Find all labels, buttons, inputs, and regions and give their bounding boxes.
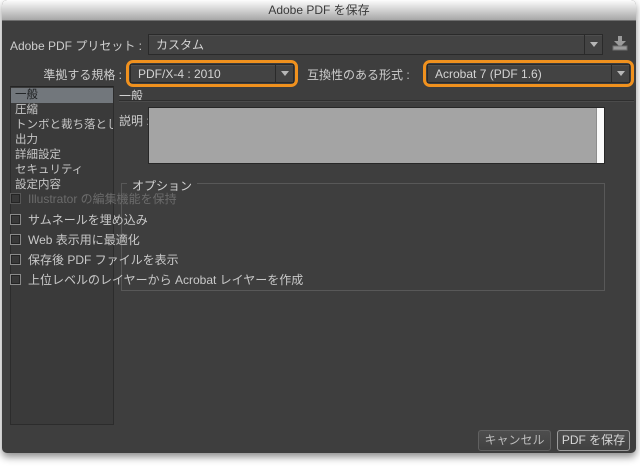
- description-textarea[interactable]: [148, 107, 605, 164]
- sidebar-item-marks-bleeds[interactable]: トンボと裁ち落とし: [11, 118, 113, 133]
- compatibility-highlight-box: Acrobat 7 (PDF 1.6): [423, 60, 634, 87]
- checkbox-label: サムネールを埋め込み: [28, 211, 148, 228]
- sidebar-item-output[interactable]: 出力: [11, 133, 113, 148]
- standard-dropdown[interactable]: PDF/X-4 : 2010: [130, 64, 294, 83]
- chevron-down-icon: [281, 71, 289, 76]
- preset-dropdown[interactable]: カスタム: [148, 34, 603, 55]
- checkbox-icon: [10, 193, 21, 204]
- checkbox-icon[interactable]: [10, 274, 21, 285]
- compatibility-dropdown-arrow-button[interactable]: [611, 65, 629, 82]
- preset-label: Adobe PDF プリセット :: [2, 37, 142, 54]
- description-label: 説明 :: [119, 112, 150, 129]
- sidebar-item-security[interactable]: セキュリティ: [11, 163, 113, 178]
- standard-highlight-box: PDF/X-4 : 2010: [126, 60, 298, 87]
- checkbox-preserve-illustrator-editing: Illustrator の編集機能を保持: [10, 192, 177, 205]
- compatibility-label: 互換性のある形式 :: [307, 66, 410, 83]
- checkbox-label: Web 表示用に最適化: [28, 231, 140, 248]
- checkbox-icon[interactable]: [10, 254, 21, 265]
- description-scrollbar[interactable]: [596, 108, 604, 163]
- screenshot-canvas: Adobe PDF を保存 Adobe PDF プリセット : カスタム 準拠す…: [0, 0, 640, 467]
- checkbox-icon[interactable]: [10, 234, 21, 245]
- checkbox-icon[interactable]: [10, 214, 21, 225]
- checkbox-view-pdf-after-save[interactable]: 保存後 PDF ファイルを表示: [10, 253, 179, 266]
- panel-divider: [119, 100, 634, 102]
- standard-value: PDF/X-4 : 2010: [131, 67, 275, 81]
- preset-dropdown-arrow-button[interactable]: [584, 35, 602, 54]
- save-preset-icon: [611, 35, 629, 52]
- standard-label: 準拠する規格 :: [2, 66, 122, 83]
- cancel-button[interactable]: キャンセル: [478, 430, 551, 451]
- dialog-titlebar[interactable]: Adobe PDF を保存: [2, 0, 636, 21]
- compatibility-value: Acrobat 7 (PDF 1.6): [428, 67, 611, 81]
- checkbox-label: 上位レベルのレイヤーから Acrobat レイヤーを作成: [28, 271, 303, 288]
- checkbox-label: Illustrator の編集機能を保持: [28, 190, 177, 207]
- save-adobe-pdf-dialog: Adobe PDF を保存 Adobe PDF プリセット : カスタム 準拠す…: [2, 0, 636, 453]
- sidebar-item-general[interactable]: 一般: [11, 88, 113, 103]
- chevron-down-icon: [617, 71, 625, 76]
- checkbox-label: 保存後 PDF ファイルを表示: [28, 251, 179, 268]
- checkbox-embed-thumbnails[interactable]: サムネールを埋め込み: [10, 213, 148, 226]
- sidebar-item-advanced[interactable]: 詳細設定: [11, 148, 113, 163]
- save-preset-button[interactable]: [611, 35, 629, 52]
- standard-dropdown-arrow-button[interactable]: [275, 65, 293, 82]
- preset-value: カスタム: [149, 36, 584, 53]
- dialog-title: Adobe PDF を保存: [268, 3, 369, 17]
- save-pdf-button[interactable]: PDF を保存: [557, 430, 630, 451]
- checkbox-optimize-web[interactable]: Web 表示用に最適化: [10, 233, 140, 246]
- sidebar-item-compression[interactable]: 圧縮: [11, 103, 113, 118]
- compatibility-dropdown[interactable]: Acrobat 7 (PDF 1.6): [427, 64, 630, 83]
- chevron-down-icon: [590, 42, 598, 47]
- checkbox-create-acrobat-layers[interactable]: 上位レベルのレイヤーから Acrobat レイヤーを作成: [10, 273, 303, 286]
